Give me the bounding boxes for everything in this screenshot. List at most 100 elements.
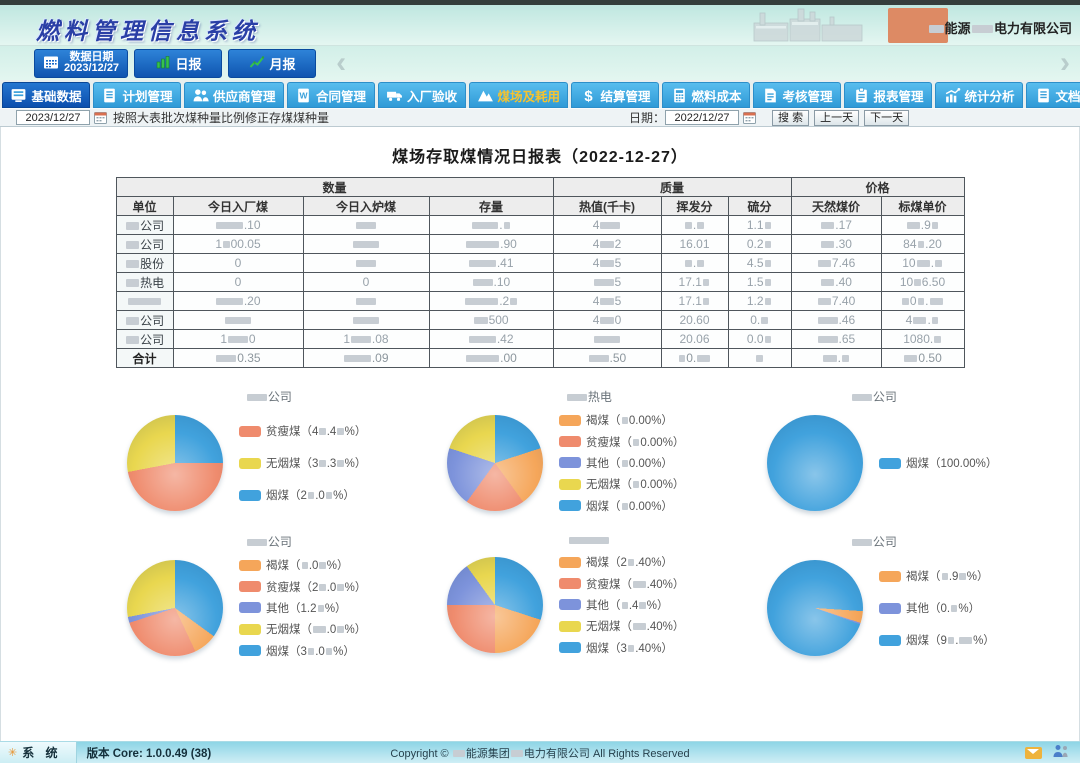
prev-day-button[interactable]: 上一天: [814, 110, 859, 126]
unit-cell: 公司: [116, 330, 173, 349]
value-cell: .: [429, 216, 553, 235]
legend-item: 烟煤（0.00%）: [559, 498, 684, 514]
value-cell: .2: [429, 292, 553, 311]
tab-contract[interactable]: W合同管理: [287, 82, 375, 108]
legend-item: 无烟煤（.40%）: [559, 618, 684, 634]
calendar-small-icon[interactable]: [94, 111, 107, 124]
chart-title: 公司: [109, 388, 429, 405]
table-row: 合计0.35.09.00.500..0.50: [116, 349, 964, 368]
value-cell: .50: [553, 349, 661, 368]
screen-icon: [10, 87, 27, 104]
tab-assessment[interactable]: 考核管理: [753, 82, 841, 108]
value-cell: 40: [553, 311, 661, 330]
value-cell: 1.2: [728, 292, 791, 311]
users-icon[interactable]: [1052, 744, 1070, 761]
stats-icon: [944, 87, 961, 104]
tab-statistics[interactable]: 统计分析: [935, 82, 1023, 108]
svg-text:W: W: [299, 90, 308, 100]
app-title: 燃料管理信息系统: [36, 12, 260, 46]
value-cell: [173, 311, 303, 330]
legend-item: 烟煤（3.40%）: [559, 640, 684, 656]
chart-title: 公司: [749, 388, 999, 405]
value-cell: .00: [429, 349, 553, 368]
search-button[interactable]: 搜 索: [772, 110, 809, 126]
legend-swatch-icon: [559, 557, 581, 568]
date-label: 日期：: [629, 109, 665, 126]
value-cell: .10: [173, 216, 303, 235]
legend-label: 其他（1.2%）: [266, 600, 347, 616]
calendar-small-icon[interactable]: [743, 111, 756, 124]
legend-item: 烟煤（3.0%）: [239, 643, 366, 659]
people-icon: [192, 87, 209, 104]
column-header: 今日入炉煤: [303, 197, 429, 216]
daily-report-button[interactable]: 日报: [134, 49, 222, 78]
value-cell: 100.05: [173, 235, 303, 254]
left-date-input[interactable]: [16, 110, 90, 125]
power-plant-image: [750, 7, 870, 48]
tab-plan[interactable]: 计划管理: [93, 82, 181, 108]
value-cell: 0.: [881, 292, 964, 311]
doclines-icon: [1035, 87, 1052, 104]
scroll-left-icon[interactable]: ‹: [336, 48, 346, 78]
chart-title: 公司: [109, 533, 429, 550]
legend-item: 烟煤（9.%）: [879, 632, 995, 648]
value-cell: .90: [429, 235, 553, 254]
pie-chart-2: 热电褐煤（0.00%）贫瘦煤（0.00%）其他（0.00%）无烟煤（0.00%）…: [429, 388, 749, 519]
table-row: 热电00.10517.11.5.40106.50: [116, 273, 964, 292]
tab-acceptance[interactable]: 入厂验收: [378, 82, 466, 108]
svg-text:$: $: [584, 88, 593, 103]
value-cell: 5: [553, 273, 661, 292]
table-row: 公司100.05.904216.010.2.3084.20: [116, 235, 964, 254]
legend-label: 贫瘦煤（4.4%）: [266, 423, 366, 439]
mail-icon[interactable]: [1025, 747, 1042, 759]
legend-swatch-icon: [879, 571, 901, 582]
legend-label: 烟煤（3.40%）: [586, 640, 673, 656]
legend-swatch-icon: [559, 642, 581, 653]
tab-documents[interactable]: 文档管理: [1026, 82, 1080, 108]
value-cell: .30: [791, 235, 881, 254]
value-cell: 1.08: [303, 330, 429, 349]
value-cell: 45: [553, 254, 661, 273]
value-cell: .: [661, 254, 728, 273]
pie: [447, 557, 543, 653]
value-cell: 10.: [881, 254, 964, 273]
data-date-value: 2023/12/27: [64, 62, 119, 74]
value-cell: [303, 216, 429, 235]
data-date-button[interactable]: 数据日期 2023/12/27: [34, 49, 128, 78]
pie-chart-4: 公司褐煤（.0%）贫瘦煤（2.0%）其他（1.2%）无烟煤（.0%）烟煤（3.0…: [109, 533, 429, 664]
value-cell: 106.50: [881, 273, 964, 292]
calc-icon: [671, 87, 688, 104]
column-header: 挥发分: [661, 197, 728, 216]
clipboard-icon: [853, 87, 870, 104]
tab-label: 煤场及耗用: [498, 86, 561, 105]
tab-settlement[interactable]: $ 结算管理: [571, 82, 659, 108]
value-cell: 17.1: [661, 273, 728, 292]
tab-label: 计划管理: [122, 86, 172, 105]
legend-label: 贫瘦煤（0.00%）: [586, 434, 684, 450]
calendar-icon: [43, 54, 59, 73]
legend-label: 其他（0.00%）: [586, 455, 673, 471]
tab-basic-data[interactable]: 基础数据: [2, 82, 90, 108]
legend-item: 其他（0.%）: [879, 600, 995, 616]
value-cell: 84.20: [881, 235, 964, 254]
monthly-report-button[interactable]: 月报: [228, 49, 316, 78]
column-header: 标煤单价: [881, 197, 964, 216]
tab-fuel-cost[interactable]: 燃料成本: [662, 82, 750, 108]
tab-supplier[interactable]: 供应商管理: [184, 82, 284, 108]
value-cell: 20.06: [661, 330, 728, 349]
tab-label: 结算管理: [601, 86, 651, 105]
line-chart-icon: [249, 54, 265, 73]
value-cell: 0: [173, 273, 303, 292]
tab-reports[interactable]: 报表管理: [844, 82, 932, 108]
value-cell: 42: [553, 235, 661, 254]
next-day-button[interactable]: 下一天: [864, 110, 909, 126]
report-date-input[interactable]: [665, 110, 739, 125]
value-cell: .46: [791, 311, 881, 330]
tab-label: 基础数据: [31, 86, 81, 105]
pie: [127, 560, 223, 656]
legend-label: 褐煤（.0%）: [266, 557, 348, 573]
scroll-right-icon[interactable]: ›: [1060, 48, 1070, 78]
tab-coalyard[interactable]: 煤场及耗用: [469, 82, 569, 108]
value-cell: 0.35: [173, 349, 303, 368]
header: 燃料管理信息系统 能源电力有限公司: [0, 5, 1080, 46]
